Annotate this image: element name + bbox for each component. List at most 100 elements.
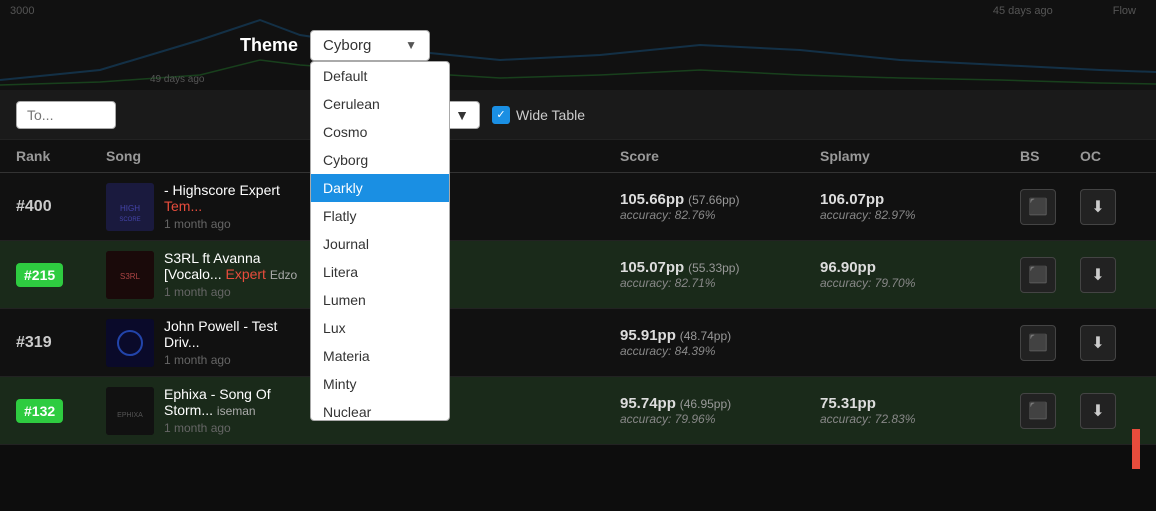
controls-bar: Splamy ▼ ✓ Wide Table — [0, 90, 1156, 140]
rank-cell-3: #319 — [16, 334, 106, 352]
song-info-3: John Powell - Test Driv... 1 month ago — [164, 318, 306, 367]
song-cell-1: HIGHSCORE - Highscore Expert Tem... 1 mo… — [106, 182, 306, 231]
rank-cell-4: #132 — [16, 399, 106, 423]
chart-right-labels: 45 days ago Flow — [993, 5, 1136, 17]
song-cell-3: John Powell - Test Driv... 1 month ago — [106, 318, 306, 367]
svg-text:S3RL: S3RL — [120, 272, 141, 281]
theme-option-nuclear[interactable]: Nuclear — [311, 398, 449, 420]
song-date-1: 1 month ago — [164, 217, 306, 231]
splamy-cell-1: 106.07pp accuracy: 82.97% — [820, 191, 1020, 222]
theme-option-cyborg[interactable]: Cyborg — [311, 146, 449, 174]
col-rank: Rank — [16, 148, 106, 164]
col-bs: BS — [1020, 148, 1080, 164]
bs-button-1[interactable]: ⬛ — [1020, 189, 1056, 225]
table-row-4: #132 EPHIXA Ephixa - Song Of Storm... is… — [0, 377, 1156, 445]
splamy-chevron-icon: ▼ — [455, 107, 469, 123]
theme-option-materia[interactable]: Materia — [311, 342, 449, 370]
table-row: #319 John Powell - Test Driv... 1 month … — [0, 309, 1156, 377]
table-row-2: #215 S3RL S3RL ft Avanna [Vocalo... Expe… — [0, 241, 1156, 309]
score-cell-1: 105.66pp (57.66pp) accuracy: 82.76% — [620, 191, 820, 222]
svg-text:SCORE: SCORE — [119, 217, 140, 223]
splamy-cell-4: 75.31pp accuracy: 72.83% — [820, 395, 1020, 426]
score-cell-4: 95.74pp (46.95pp) accuracy: 79.96% — [620, 395, 820, 426]
bs-button-3[interactable]: ⬛ — [1020, 325, 1056, 361]
song-cell-2: S3RL S3RL ft Avanna [Vocalo... Expert Ed… — [106, 250, 306, 299]
filter-input[interactable] — [16, 101, 116, 129]
theme-option-journal[interactable]: Journal — [311, 230, 449, 258]
svg-text:EPHIXA: EPHIXA — [117, 412, 143, 419]
album-art-1: HIGHSCORE — [106, 183, 154, 231]
filter-area — [16, 101, 116, 129]
rank-cell-1: #400 — [16, 198, 106, 216]
wide-table-label: Wide Table — [516, 107, 585, 123]
theme-dropdown-menu[interactable]: Default Cerulean Cosmo Cyborg Darkly Fla… — [310, 61, 450, 421]
score-cell-3: 95.91pp (48.74pp) accuracy: 84.39% — [620, 327, 820, 358]
table-row: #132 EPHIXA Ephixa - Song Of Storm... is… — [0, 377, 1156, 445]
mapper-tag-4: iseman — [217, 404, 256, 418]
bs-button-2[interactable]: ⬛ — [1020, 257, 1056, 293]
bs-cell-3: ⬛ — [1020, 325, 1080, 361]
bs-cell-1: ⬛ — [1020, 189, 1080, 225]
red-indicator-4 — [1132, 429, 1140, 469]
table-row: #400 HIGHSCORE - Highscore Expert Tem...… — [0, 173, 1156, 241]
song-date-2: 1 month ago — [164, 285, 306, 299]
song-date-4: 1 month ago — [164, 421, 306, 435]
theme-option-cosmo[interactable]: Cosmo — [311, 118, 449, 146]
oc-cell-3: ⬇ — [1080, 325, 1140, 361]
album-art-3 — [106, 319, 154, 367]
song-date-3: 1 month ago — [164, 353, 306, 367]
song-info-1: - Highscore Expert Tem... 1 month ago — [164, 182, 306, 231]
chart-right-label-2: Flow — [1113, 5, 1136, 17]
theme-select-container[interactable]: Cyborg ▼ Default Cerulean Cosmo Cyborg D… — [310, 30, 430, 61]
song-title-1: - Highscore Expert Tem... — [164, 182, 306, 214]
chart-x-label: 49 days ago — [150, 74, 205, 85]
chevron-down-icon: ▼ — [405, 38, 417, 52]
chart-y-label: 3000 — [10, 5, 34, 17]
table-header: Rank Song Score Splamy BS OC — [0, 140, 1156, 173]
col-score: Score — [620, 148, 820, 164]
song-title-2: S3RL ft Avanna [Vocalo... Expert Edzo — [164, 250, 306, 282]
theme-option-minty[interactable]: Minty — [311, 370, 449, 398]
col-splamy: Splamy — [820, 148, 1020, 164]
theme-option-litera[interactable]: Litera — [311, 258, 449, 286]
bs-cell-2: ⬛ — [1020, 257, 1080, 293]
oc-cell-4: ⬇ — [1080, 393, 1140, 429]
table-container: Rank Song Score Splamy BS OC #400 HIGHSC… — [0, 140, 1156, 445]
album-art-2: S3RL — [106, 251, 154, 299]
wide-table-checkbox-container[interactable]: ✓ Wide Table — [492, 106, 585, 124]
song-cell-4: EPHIXA Ephixa - Song Of Storm... iseman … — [106, 386, 306, 435]
expert-tag-2: Expert — [225, 266, 265, 282]
score-cell-2: 105.07pp (55.33pp) accuracy: 82.71% — [620, 259, 820, 290]
wide-table-checkbox[interactable]: ✓ — [492, 106, 510, 124]
theme-option-lumen[interactable]: Lumen — [311, 286, 449, 314]
rank-cell-2: #215 — [16, 263, 106, 287]
chart-right-label-1: 45 days ago — [993, 5, 1053, 17]
theme-option-darkly[interactable]: Darkly — [311, 174, 449, 202]
theme-option-flatly[interactable]: Flatly — [311, 202, 449, 230]
splamy-cell-2: 96.90pp accuracy: 79.70% — [820, 259, 1020, 290]
theme-option-lux[interactable]: Lux — [311, 314, 449, 342]
theme-dropdown-scroll[interactable]: Default Cerulean Cosmo Cyborg Darkly Fla… — [311, 62, 449, 420]
bs-button-4[interactable]: ⬛ — [1020, 393, 1056, 429]
oc-cell-1: ⬇ — [1080, 189, 1140, 225]
album-art-4: EPHIXA — [106, 387, 154, 435]
oc-button-4[interactable]: ⬇ — [1080, 393, 1116, 429]
theme-label: Theme — [240, 35, 298, 56]
song-title-3: John Powell - Test Driv... — [164, 318, 306, 350]
top-area: 3000 49 days ago 45 days ago Flow Theme … — [0, 0, 1156, 90]
theme-option-cerulean[interactable]: Cerulean — [311, 90, 449, 118]
table-row: #215 S3RL S3RL ft Avanna [Vocalo... Expe… — [0, 241, 1156, 309]
song-info-4: Ephixa - Song Of Storm... iseman 1 month… — [164, 386, 306, 435]
oc-button-3[interactable]: ⬇ — [1080, 325, 1116, 361]
rank-badge-4: #132 — [16, 399, 63, 423]
oc-button-1[interactable]: ⬇ — [1080, 189, 1116, 225]
col-song: Song — [106, 148, 306, 164]
theme-option-default[interactable]: Default — [311, 62, 449, 90]
theme-select-button[interactable]: Cyborg ▼ — [310, 30, 430, 61]
theme-selected-value: Cyborg — [323, 37, 371, 54]
oc-button-2[interactable]: ⬇ — [1080, 257, 1116, 293]
bs-cell-4: ⬛ — [1020, 393, 1080, 429]
song-title-4: Ephixa - Song Of Storm... iseman — [164, 386, 306, 418]
col-oc: OC — [1080, 148, 1140, 164]
song-info-2: S3RL ft Avanna [Vocalo... Expert Edzo 1 … — [164, 250, 306, 299]
